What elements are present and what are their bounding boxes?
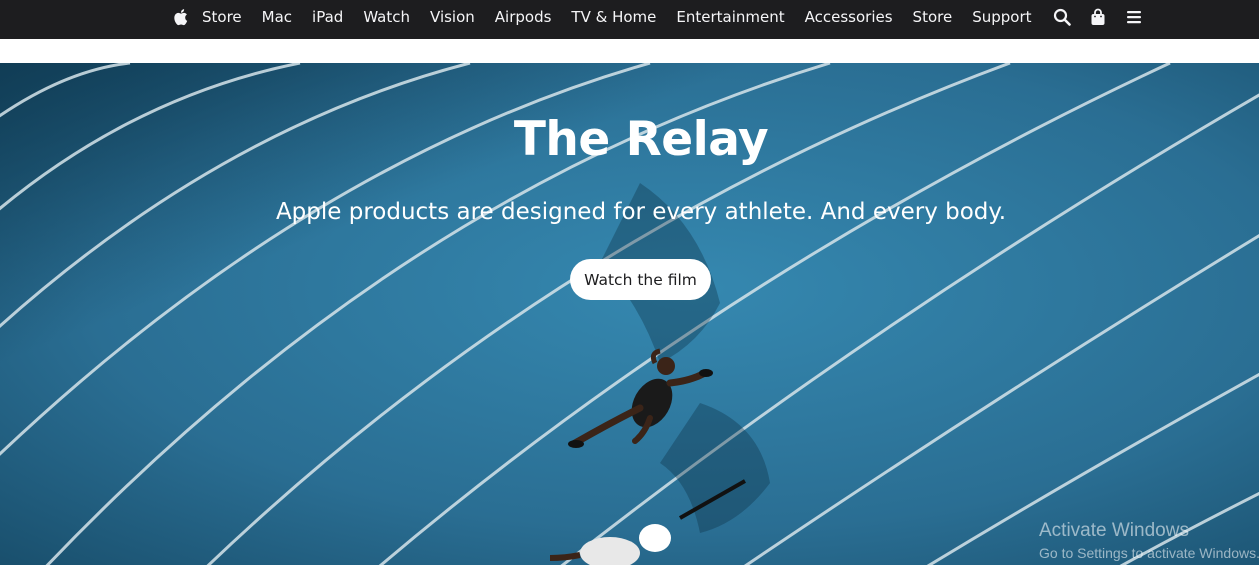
watermark-title: Activate Windows	[1039, 520, 1189, 541]
nav-items: Store Mac iPad Watch Vision Airpods TV &…	[170, 0, 1160, 34]
nav-link-airpods[interactable]: Airpods	[495, 8, 552, 26]
watch-film-button[interactable]: Watch the film	[570, 259, 711, 300]
bag-icon[interactable]	[1088, 7, 1108, 27]
nav-link-support[interactable]: Support	[972, 8, 1031, 26]
watermark-subtitle: Go to Settings to activate Windows.	[1039, 545, 1259, 561]
nav-link-mac[interactable]: Mac	[262, 8, 292, 26]
hero-title: The Relay	[513, 112, 769, 167]
nav-link-entertainment[interactable]: Entertainment	[676, 8, 784, 26]
nav-link-watch[interactable]: Watch	[363, 8, 410, 26]
hero-subtitle: Apple products are designed for every at…	[275, 199, 1007, 225]
nav-link-ipad[interactable]: iPad	[312, 8, 343, 26]
nav-link-accessories[interactable]: Accessories	[805, 8, 893, 26]
nav-spacer	[0, 39, 1259, 63]
global-nav: Store Mac iPad Watch Vision Airpods TV &…	[0, 0, 1259, 39]
nav-link-tv-home[interactable]: TV & Home	[571, 8, 656, 26]
nav-link-store-2[interactable]: Store	[913, 8, 953, 26]
hero-banner: The Relay Apple products are designed fo…	[0, 63, 1259, 565]
activate-windows-watermark: Activate Windows Go to Settings to activ…	[1039, 519, 1259, 563]
nav-link-vision[interactable]: Vision	[430, 8, 475, 26]
search-icon[interactable]	[1052, 7, 1072, 27]
nav-link-store[interactable]: Store	[202, 8, 242, 26]
apple-logo-icon[interactable]	[170, 7, 190, 27]
menu-icon[interactable]	[1124, 7, 1144, 27]
